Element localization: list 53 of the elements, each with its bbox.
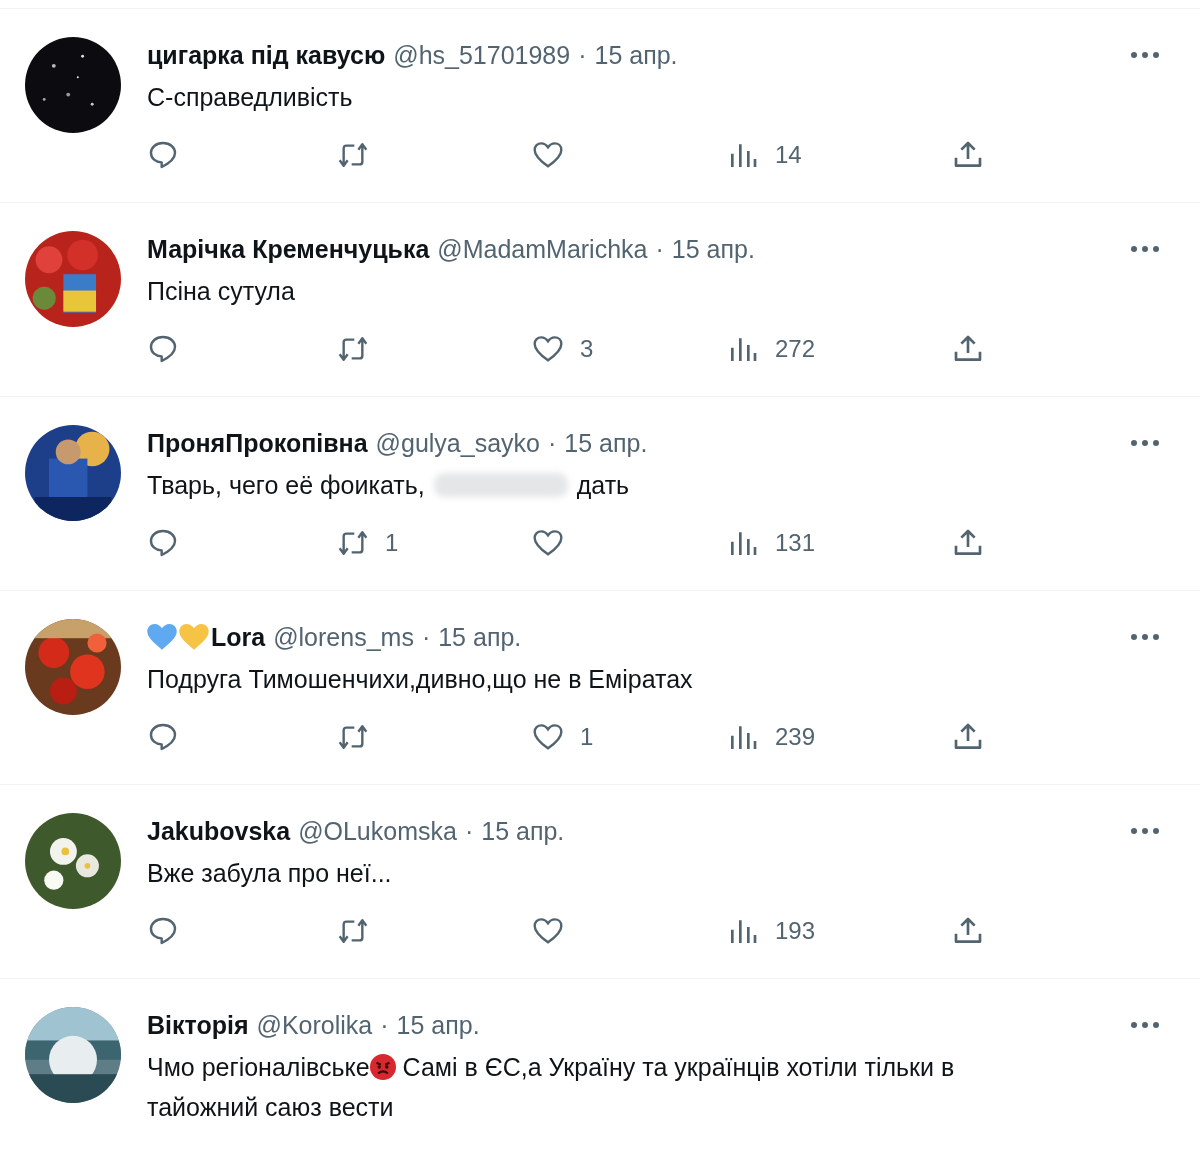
reply-icon[interactable] — [147, 527, 179, 559]
user-name[interactable]: цигарка під кавусю — [147, 40, 386, 70]
more-icon[interactable] — [1130, 439, 1160, 447]
tweet-text: Тварь, чего её фоикать, — [147, 470, 425, 501]
count-label: 131 — [775, 529, 816, 557]
separator-dot: · — [464, 816, 474, 846]
tweet-text: С-справедливість — [147, 82, 353, 113]
more-icon[interactable] — [1130, 51, 1160, 59]
tweet-text: Псіна сутула — [147, 276, 295, 307]
more-icon[interactable] — [1130, 1021, 1160, 1029]
post-date[interactable]: 15 апр. — [438, 622, 522, 652]
user-name[interactable]: Lora — [211, 622, 266, 652]
tweet-text: дать — [576, 470, 630, 501]
separator-dot: · — [655, 234, 664, 264]
post-date[interactable]: 15 апр. — [564, 428, 648, 458]
count-label: 272 — [775, 335, 816, 363]
reply-icon[interactable] — [147, 915, 179, 947]
user-handle[interactable]: @lorens_ms — [273, 622, 414, 652]
user-handle[interactable]: @Korolika — [256, 1010, 373, 1040]
more-icon[interactable] — [1130, 633, 1160, 641]
more-icon[interactable] — [1130, 827, 1160, 835]
reply-icon[interactable] — [147, 139, 179, 171]
post-date[interactable]: 15 апр. — [671, 234, 755, 264]
post-date[interactable]: 15 апр. — [594, 40, 678, 70]
reply-icon[interactable] — [147, 333, 179, 365]
separator-dot: · — [547, 428, 557, 458]
count-label: 193 — [775, 917, 816, 945]
count-label: 14 — [775, 141, 802, 169]
user-handle[interactable]: @MadamMarichka — [437, 234, 648, 264]
count-label: 1 — [580, 723, 594, 751]
user-name[interactable]: Вікторія — [147, 1010, 249, 1040]
tweet-text: тайожний саюз вести — [147, 1092, 394, 1123]
separator-dot: · — [421, 622, 431, 652]
post-date[interactable]: 15 апр. — [481, 816, 565, 846]
user-name[interactable]: ПроняПрокопівна — [147, 428, 368, 458]
tweet-text: Чмо регіоналівське — [147, 1052, 370, 1083]
reply-icon[interactable] — [147, 721, 179, 753]
user-name[interactable]: Jakubovska — [147, 816, 291, 846]
separator-dot: · — [578, 40, 587, 70]
post-date[interactable]: 15 апр. — [396, 1010, 480, 1040]
tweet-text: Самі в ЄС,а Україну та українців хотіли тільки в — [402, 1052, 955, 1083]
count-label: 3 — [580, 335, 594, 363]
user-handle[interactable]: @hs_51701989 — [393, 40, 571, 70]
angry-face-icon — [369, 1054, 396, 1080]
user-handle[interactable]: @OLukomska — [298, 816, 457, 846]
user-handle[interactable]: @gulya_sayko — [375, 428, 540, 458]
separator-dot: · — [380, 1010, 389, 1040]
tweet-text: Вже забула про неї... — [147, 858, 392, 889]
user-name[interactable]: Марічка Кременчуцька — [147, 234, 430, 264]
tweet-text: Подруга Тимошенчихи,дивно,що не в Еміратах — [147, 664, 693, 695]
more-icon[interactable] — [1130, 245, 1160, 253]
count-label: 239 — [775, 723, 816, 751]
count-label: 1 — [385, 529, 399, 557]
